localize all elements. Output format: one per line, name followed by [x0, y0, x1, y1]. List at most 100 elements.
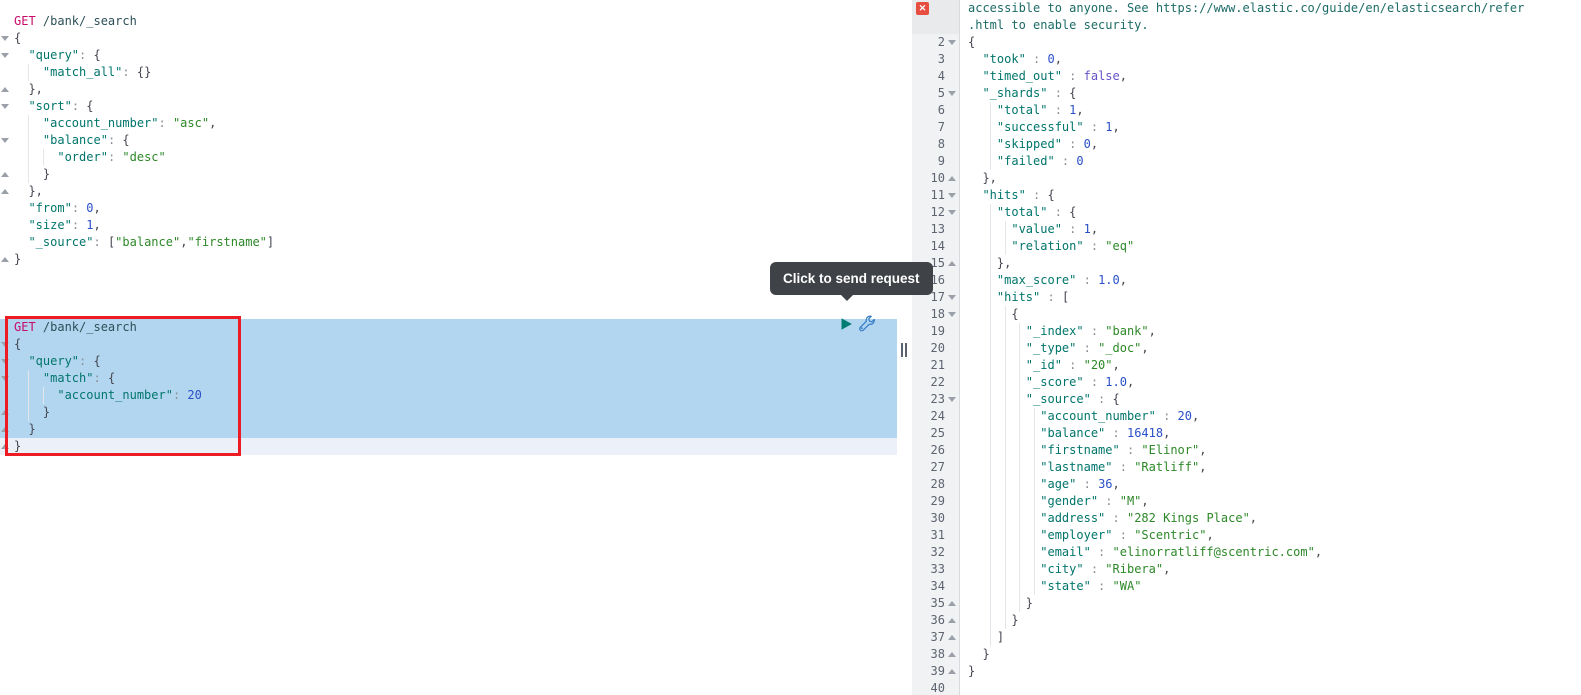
request-line[interactable]: "_source": ["balance","firstname"] — [0, 234, 897, 251]
response-line[interactable]: 38 } — [912, 646, 1581, 663]
response-line[interactable]: 34 "state" : "WA" — [912, 578, 1581, 595]
response-line[interactable]: 2{ — [912, 34, 1581, 51]
response-line[interactable]: 27 "lastname" : "Ratliff", — [912, 459, 1581, 476]
request-line[interactable]: "size": 1, — [0, 217, 897, 234]
fold-arrow-icon[interactable] — [948, 210, 956, 215]
request-line[interactable]: "account_number": 20 — [0, 387, 897, 404]
response-line[interactable]: 40 — [912, 680, 1581, 695]
response-line[interactable]: 31 "employer" : "Scentric", — [912, 527, 1581, 544]
request-line[interactable]: "match_all": {} — [0, 64, 897, 81]
response-line[interactable]: 12 "total" : { — [912, 204, 1581, 221]
request-line[interactable]: "query": { — [0, 47, 897, 64]
fold-arrow-icon[interactable] — [1, 36, 9, 41]
fold-arrow-icon[interactable] — [1, 427, 9, 432]
fold-arrow-icon[interactable] — [1, 189, 9, 194]
fold-arrow-icon[interactable] — [1, 342, 9, 347]
response-line[interactable]: 30 "address" : "282 Kings Place", — [912, 510, 1581, 527]
request-options-button[interactable] — [858, 315, 875, 332]
fold-arrow-icon[interactable] — [948, 40, 956, 45]
response-line[interactable]: 11 "hits" : { — [912, 187, 1581, 204]
response-line[interactable]: 35 } — [912, 595, 1581, 612]
fold-arrow-icon[interactable] — [948, 635, 956, 640]
response-line[interactable]: 19 "_index" : "bank", — [912, 323, 1581, 340]
response-line[interactable]: 37 ] — [912, 629, 1581, 646]
response-line[interactable]: 16 "max_score" : 1.0, — [912, 272, 1581, 289]
fold-arrow-icon[interactable] — [948, 669, 956, 674]
response-line[interactable]: 36 } — [912, 612, 1581, 629]
fold-arrow-icon[interactable] — [1, 257, 9, 262]
response-line[interactable]: .html to enable security. — [912, 17, 1581, 34]
response-line[interactable]: 6 "total" : 1, — [912, 102, 1581, 119]
response-line[interactable]: 9 "failed" : 0 — [912, 153, 1581, 170]
fold-arrow-icon[interactable] — [1, 53, 9, 58]
fold-arrow-icon[interactable] — [948, 618, 956, 623]
request-line[interactable] — [0, 268, 897, 285]
response-line[interactable]: 17 "hits" : [ — [912, 289, 1581, 306]
request-line[interactable]: { — [0, 30, 897, 47]
request-line[interactable]: "match": { — [0, 370, 897, 387]
fold-arrow-icon[interactable] — [1, 87, 9, 92]
response-line[interactable]: 20 "_type" : "_doc", — [912, 340, 1581, 357]
fold-arrow-icon[interactable] — [1, 359, 9, 364]
response-line[interactable]: 14 "relation" : "eq" — [912, 238, 1581, 255]
response-line[interactable]: 18 { — [912, 306, 1581, 323]
request-line[interactable]: }, — [0, 81, 897, 98]
fold-arrow-icon[interactable] — [948, 176, 956, 181]
fold-arrow-icon[interactable] — [1, 138, 9, 143]
response-line[interactable]: 4 "timed_out" : false, — [912, 68, 1581, 85]
response-line[interactable]: 24 "account_number" : 20, — [912, 408, 1581, 425]
fold-arrow-icon[interactable] — [1, 172, 9, 177]
response-line[interactable]: 23 "_source" : { — [912, 391, 1581, 408]
response-line[interactable]: 15 }, — [912, 255, 1581, 272]
request-line[interactable]: "sort": { — [0, 98, 897, 115]
fold-arrow-icon[interactable] — [948, 312, 956, 317]
response-line[interactable]: 13 "value" : 1, — [912, 221, 1581, 238]
request-line[interactable]: } — [0, 404, 897, 421]
request-line[interactable]: { — [0, 336, 897, 353]
fold-arrow-icon[interactable] — [1, 410, 9, 415]
send-request-button[interactable] — [840, 317, 853, 331]
response-pane[interactable]: ✕ accessible to anyone. See https://www.e… — [912, 0, 1581, 695]
response-line[interactable]: 28 "age" : 36, — [912, 476, 1581, 493]
response-line[interactable]: 21 "_id" : "20", — [912, 357, 1581, 374]
request-line[interactable]: GET /bank/_search — [0, 13, 897, 30]
response-line[interactable]: 26 "firstname" : "Elinor", — [912, 442, 1581, 459]
request-line[interactable]: "balance": { — [0, 132, 897, 149]
request-line[interactable]: "from": 0, — [0, 200, 897, 217]
request-editor[interactable]: GET /bank/_search{ "query": { "match_all… — [0, 0, 933, 695]
request-line[interactable]: } — [0, 251, 897, 268]
response-line[interactable]: 10 }, — [912, 170, 1581, 187]
response-line[interactable]: ✕ accessible to anyone. See https://www.e… — [912, 0, 1581, 17]
response-line[interactable]: 32 "email" : "elinorratliff@scentric.com… — [912, 544, 1581, 561]
request-line[interactable]: } — [0, 166, 897, 183]
fold-arrow-icon[interactable] — [1, 376, 9, 381]
request-line[interactable]: "account_number": "asc", — [0, 115, 897, 132]
request-line[interactable]: } — [0, 438, 897, 455]
fold-arrow-icon[interactable] — [948, 295, 956, 300]
fold-arrow-icon[interactable] — [948, 652, 956, 657]
panel-resize-handle[interactable] — [901, 343, 911, 357]
response-line[interactable]: 25 "balance" : 16418, — [912, 425, 1581, 442]
fold-arrow-icon[interactable] — [948, 601, 956, 606]
response-line[interactable]: 3 "took" : 0, — [912, 51, 1581, 68]
response-line[interactable]: 7 "successful" : 1, — [912, 119, 1581, 136]
response-line[interactable]: 22 "_score" : 1.0, — [912, 374, 1581, 391]
request-line[interactable]: }, — [0, 183, 897, 200]
request-line[interactable]: "order": "desc" — [0, 149, 897, 166]
fold-arrow-icon[interactable] — [1, 444, 9, 449]
fold-arrow-icon[interactable] — [948, 91, 956, 96]
fold-arrow-icon[interactable] — [1, 104, 9, 109]
fold-arrow-icon[interactable] — [948, 261, 956, 266]
request-line[interactable]: "query": { — [0, 353, 897, 370]
fold-arrow-icon[interactable] — [948, 193, 956, 198]
request-line[interactable] — [0, 302, 897, 319]
response-line[interactable]: 8 "skipped" : 0, — [912, 136, 1581, 153]
request-line[interactable]: } — [0, 421, 897, 438]
response-line[interactable]: 29 "gender" : "M", — [912, 493, 1581, 510]
response-line[interactable]: 5 "_shards" : { — [912, 85, 1581, 102]
response-line[interactable]: 33 "city" : "Ribera", — [912, 561, 1581, 578]
fold-arrow-icon[interactable] — [948, 397, 956, 402]
request-line[interactable]: GET /bank/_search — [0, 319, 897, 336]
request-line[interactable] — [0, 285, 897, 302]
response-line[interactable]: 39} — [912, 663, 1581, 680]
